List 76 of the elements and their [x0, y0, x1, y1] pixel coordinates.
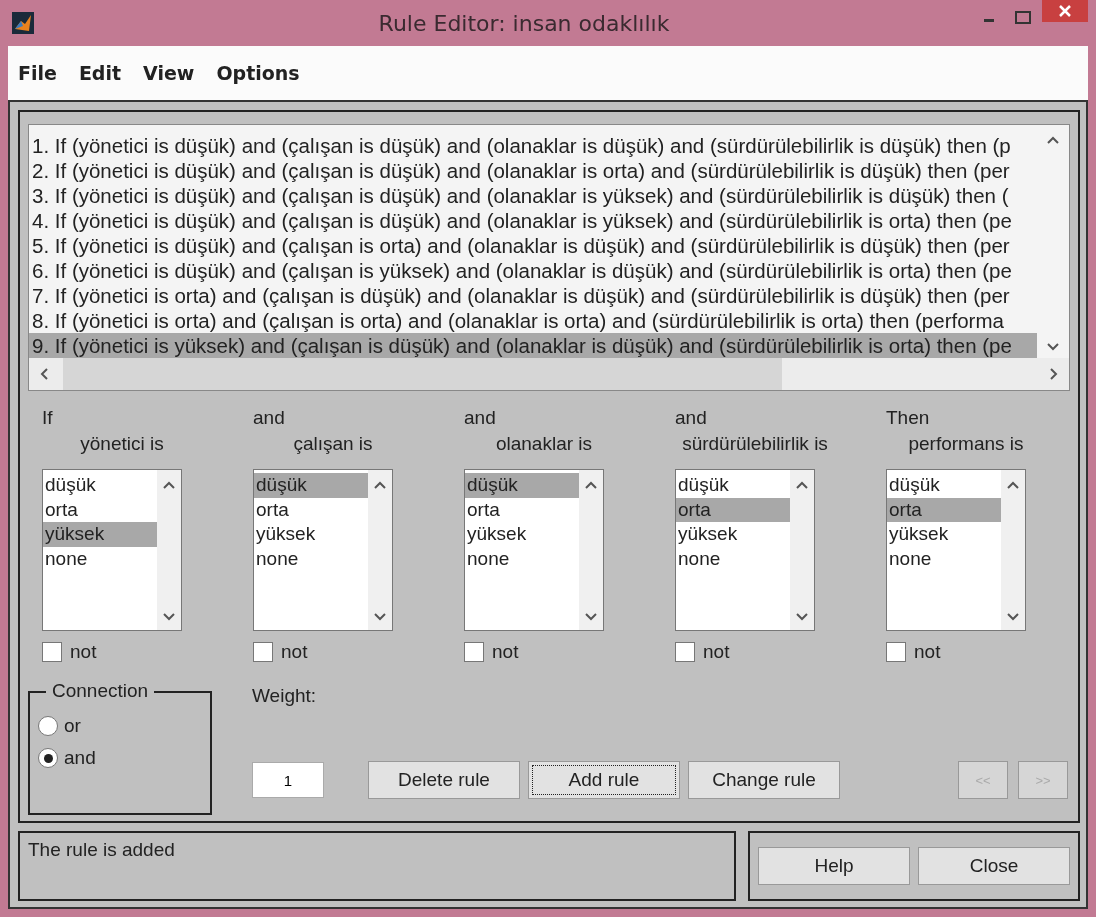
connector-label: and — [464, 407, 497, 430]
radio-button[interactable] — [38, 716, 58, 736]
list-option[interactable]: yüksek — [887, 522, 1001, 547]
list-option[interactable]: düşük — [254, 473, 368, 498]
checkbox[interactable] — [464, 642, 484, 662]
list-option[interactable]: orta — [676, 497, 790, 522]
option-list[interactable]: düşük orta yüksek none — [464, 469, 604, 631]
connector-label: and — [253, 407, 286, 430]
variable-label: olanaklar is — [494, 433, 594, 456]
list-option[interactable]: none — [887, 546, 1001, 571]
scrollbar-thumb[interactable] — [63, 358, 783, 390]
list-option[interactable]: düşük — [676, 473, 790, 498]
variable-label: performans is — [907, 433, 1025, 456]
weight-label: Weight: — [252, 685, 318, 707]
list-option[interactable]: none — [43, 546, 157, 571]
app-logo-icon[interactable] — [12, 12, 34, 34]
close-icon[interactable] — [1058, 4, 1072, 18]
rule-list[interactable] — [28, 124, 1070, 391]
option-list[interactable]: düşük orta yüksek none — [886, 469, 1026, 631]
rule-entry[interactable]: 1. If (yönetici is düşük) and (çalışan is düşük) and (olanaklar is düşük) and (sürdürülebilirlik is düşük) then (p — [29, 133, 1037, 158]
list-option[interactable]: düşük — [43, 473, 157, 498]
option-list[interactable]: düşük orta yüksek none — [675, 469, 815, 631]
checkbox-label: not — [914, 641, 941, 663]
rule-entry[interactable]: 3. If (yönetici is düşük) and (çalışan is düşük) and (olanaklar is yüksek) and (sürdürülebilirlik is düşük) then ( — [29, 183, 1037, 208]
list-option[interactable]: yüksek — [254, 522, 368, 547]
list-option[interactable]: orta — [887, 497, 1001, 522]
checkbox-label: not — [281, 641, 308, 663]
connector-label: If — [42, 407, 54, 430]
action-button[interactable]: Add rule — [528, 761, 680, 799]
list-option[interactable]: none — [254, 546, 368, 571]
rule-entry[interactable]: 9. If (yönetici is yüksek) and (çalışan is düşük) and (olanaklar is düşük) and (sürdürülebilirlik is orta) then (pe — [29, 333, 1037, 358]
list-option[interactable]: yüksek — [676, 522, 790, 547]
radio-label: or — [64, 715, 81, 737]
rule-entry[interactable]: 2. If (yönetici is düşük) and (çalışan is düşük) and (olanaklar is orta) and (sürdürülebilirlik is düşük) then (per — [29, 158, 1037, 183]
option-list[interactable]: düşük orta yüksek none — [42, 469, 182, 631]
footer-button[interactable]: Close — [918, 847, 1070, 885]
status-message: The rule is added — [18, 831, 736, 901]
menu-item[interactable]: File — [14, 62, 67, 84]
checkbox[interactable] — [42, 642, 62, 662]
menu-item[interactable]: View — [139, 62, 205, 84]
rule-entry[interactable]: 7. If (yönetici is orta) and (çalışan is düşük) and (olanaklar is düşük) and (sürdürülebilirlik is düşük) then (per — [29, 283, 1037, 308]
radio-button[interactable] — [38, 748, 58, 768]
checkbox-label: not — [70, 641, 97, 663]
list-option[interactable]: yüksek — [43, 522, 157, 547]
connector-label: Then — [886, 407, 931, 430]
list-option[interactable]: orta — [465, 497, 579, 522]
list-option[interactable]: düşük — [465, 473, 579, 498]
variable-label: sürdürülebilirlik is — [681, 433, 829, 456]
menu-item[interactable]: Edit — [74, 62, 132, 84]
rule-entry[interactable]: 5. If (yönetici is düşük) and (çalışan is orta) and (olanaklar is düşük) and (sürdürülebilirlik is düşük) then (per — [29, 233, 1037, 258]
list-option[interactable]: orta — [43, 497, 157, 522]
checkbox[interactable] — [886, 642, 906, 662]
list-option[interactable]: yüksek — [465, 522, 579, 547]
checkbox-label: not — [703, 641, 730, 663]
footer-button[interactable]: Help — [758, 847, 910, 885]
window-title: Rule Editor: insan odaklılık — [377, 10, 671, 36]
rule-entry[interactable]: 8. If (yönetici is orta) and (çalışan is orta) and (olanaklar is orta) and (sürdürülebilirlik is orta) then (performa — [29, 308, 1037, 333]
action-button[interactable]: Delete rule — [368, 761, 520, 799]
option-list[interactable]: düşük orta yüksek none — [253, 469, 393, 631]
action-button[interactable]: Change rule — [688, 761, 840, 799]
connector-label: and — [675, 407, 708, 430]
checkbox-label: not — [492, 641, 519, 663]
rule-entry[interactable]: 4. If (yönetici is düşük) and (çalışan is düşük) and (olanaklar is yüksek) and (sürdürülebilirlik is orta) then (pe — [29, 208, 1037, 233]
close-button[interactable] — [1042, 0, 1088, 22]
variable-label: çalışan is — [292, 433, 374, 456]
menu-item[interactable]: Options — [212, 62, 310, 84]
list-option[interactable]: düşük — [887, 473, 1001, 498]
rule-entry[interactable]: 6. If (yönetici is düşük) and (çalışan is yüksek) and (olanaklar is düşük) and (sürdürülebilirlik is orta) then (pe — [29, 258, 1037, 283]
list-option[interactable]: none — [676, 546, 790, 571]
variable-label: yönetici is — [79, 433, 165, 456]
checkbox[interactable] — [253, 642, 273, 662]
radio-label: and — [64, 747, 96, 769]
checkbox[interactable] — [675, 642, 695, 662]
weight-field[interactable]: 1 — [252, 762, 324, 798]
list-option[interactable]: none — [465, 546, 579, 571]
list-option[interactable]: orta — [254, 497, 368, 522]
